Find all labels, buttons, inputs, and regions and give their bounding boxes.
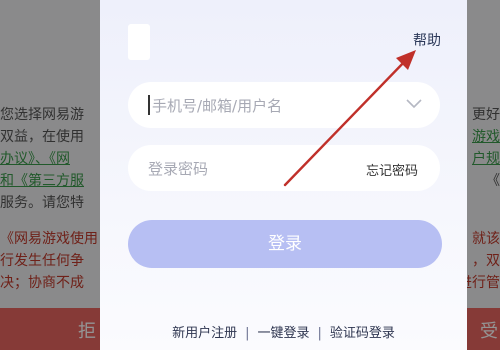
password-input[interactable]: 登录密码 忘记密码 bbox=[128, 145, 440, 191]
link-separator: | bbox=[245, 326, 250, 341]
account-placeholder: 手机号/邮箱/用户名 bbox=[152, 97, 283, 115]
one-click-login-link[interactable]: 一键登录 bbox=[257, 326, 309, 341]
login-dialog: 帮助 手机号/邮箱/用户名 登录密码 忘记密码 登录 新用户注册 | 一键登录 | 验证… bbox=[100, 0, 467, 350]
sms-code-login-link[interactable]: 验证码登录 bbox=[330, 326, 395, 341]
register-link[interactable]: 新用户注册 bbox=[172, 326, 237, 341]
link-separator: | bbox=[317, 326, 322, 341]
chevron-down-icon[interactable] bbox=[406, 99, 422, 109]
logo-placeholder bbox=[128, 24, 150, 60]
help-link[interactable]: 帮助 bbox=[413, 30, 441, 50]
account-input[interactable]: 手机号/邮箱/用户名 bbox=[128, 82, 440, 128]
forgot-password-link[interactable]: 忘记密码 bbox=[366, 160, 418, 179]
password-placeholder: 登录密码 bbox=[148, 160, 209, 178]
login-button[interactable]: 登录 bbox=[128, 220, 442, 268]
text-caret bbox=[148, 95, 150, 115]
alternate-login-links: 新用户注册 | 一键登录 | 验证码登录 bbox=[100, 322, 467, 341]
